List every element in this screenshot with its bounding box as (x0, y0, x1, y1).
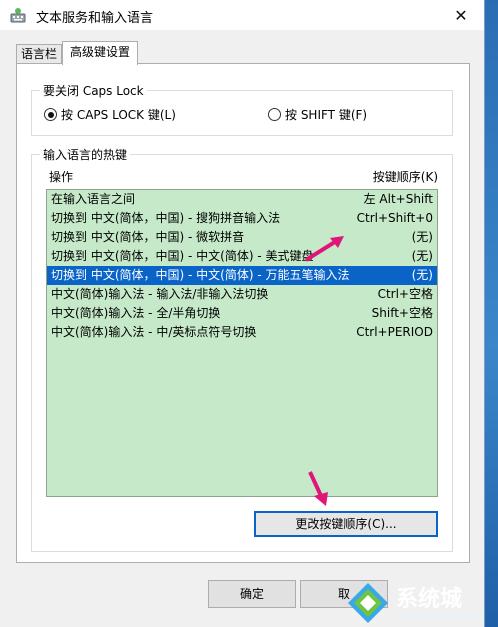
watermark-text: 系统城 (396, 587, 463, 612)
watermark-logo: 系统城 xitongcheng.com (344, 579, 494, 627)
radio-shift-label: 按 SHIFT 键(F) (285, 108, 368, 122)
dialog-window: 文本服务和输入语言 ✕ 语言栏 高级键设置 要关闭 Caps Lock 按 CA… (0, 0, 485, 627)
radio-caps-lock-key[interactable]: 按 CAPS LOCK 键(L) (44, 106, 176, 123)
ok-button[interactable]: 确定 (208, 580, 296, 608)
tab-language-bar[interactable]: 语言栏 (16, 44, 62, 64)
list-item[interactable]: 切换到 中文(简体，中国) - 中文(简体) - 美式键盘 (无) (47, 247, 437, 266)
radio-unselected-indicator (268, 108, 281, 121)
keyboard-app-icon (10, 8, 26, 23)
list-item-selected[interactable]: 切换到 中文(简体，中国) - 中文(简体) - 万能五笔输入法 (无) (47, 266, 437, 285)
title-bar: 文本服务和输入语言 ✕ (0, 0, 484, 30)
change-key-sequence-button[interactable]: 更改按键顺序(C)... (254, 511, 438, 537)
hotkey-list[interactable]: 在输入语言之间左 Alt+Shift 切换到 中文(简体，中国) - 搜狗拼音输… (46, 189, 438, 497)
list-item[interactable]: 中文(简体)输入法 - 中/英标点符号切换 Ctrl+PERIOD (47, 323, 437, 342)
close-icon: ✕ (454, 5, 468, 25)
window-title: 文本服务和输入语言 (36, 11, 154, 26)
list-item[interactable]: 切换到 中文(简体，中国) - 搜狗拼音输入法 Ctrl+Shift+0 (47, 209, 437, 228)
windows-logo-icon (348, 583, 388, 623)
list-item[interactable]: 切换到 中文(简体，中国) - 微软拼音 (无) (47, 228, 437, 247)
list-item[interactable]: 中文(简体)输入法 - 全/半角切换 Shift+空格 (47, 304, 437, 323)
column-header-action: 操作 (49, 170, 74, 184)
close-button[interactable]: ✕ (438, 0, 484, 30)
tab-advanced-key-settings[interactable]: 高级键设置 (62, 41, 138, 65)
list-item[interactable]: 中文(简体)输入法 - 输入法/非输入法切换 Ctrl+空格 (47, 285, 437, 304)
watermark-url: xitongcheng.com (398, 611, 485, 622)
radio-shift-key[interactable]: 按 SHIFT 键(F) (268, 106, 367, 123)
radio-caps-lock-label: 按 CAPS LOCK 键(L) (61, 108, 176, 122)
caps-lock-legend: 要关闭 Caps Lock (40, 82, 147, 99)
list-item[interactable]: 在输入语言之间左 Alt+Shift (47, 190, 437, 209)
radio-selected-indicator (44, 108, 57, 121)
hotkeys-group: 输入语言的热键 操作 按键顺序(K) 在输入语言之间左 Alt+Shift 切换… (31, 146, 453, 552)
annotation-arrow-icon (308, 471, 328, 506)
hotkeys-legend: 输入语言的热键 (40, 146, 131, 163)
annotation-arrow-icon (304, 236, 344, 262)
tab-panel: 要关闭 Caps Lock 按 CAPS LOCK 键(L) 按 SHIFT 键… (16, 63, 470, 563)
caps-lock-group: 要关闭 Caps Lock 按 CAPS LOCK 键(L) 按 SHIFT 键… (31, 82, 453, 136)
column-header-key-sequence[interactable]: 按键顺序(K) (373, 168, 438, 185)
